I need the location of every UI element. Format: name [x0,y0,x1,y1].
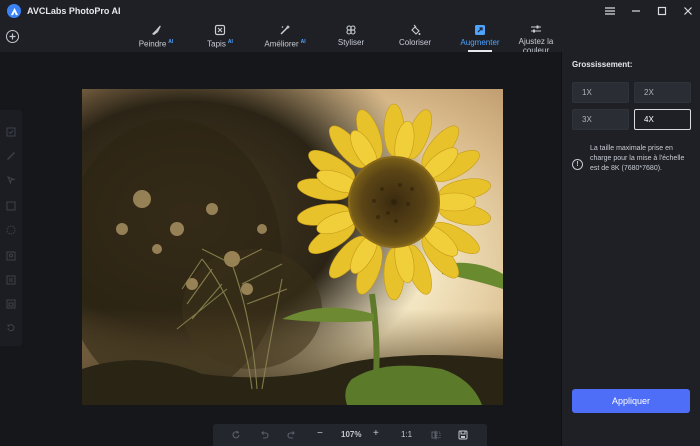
info-message: La taille maximale prise en charge pour … [590,145,685,172]
save-icon[interactable] [458,430,468,442]
panel-title: Grossissement: [572,60,633,69]
reset-icon[interactable] [6,320,16,332]
tool-strip [0,110,22,346]
tab-label: Coloriser [398,38,431,47]
upscale-icon [474,23,486,36]
scale-2x-button[interactable]: 2X [634,82,691,103]
apply-button[interactable]: Appliquer [572,389,690,413]
feature-tabs: Peindre AI Tapis AI Améliorer AI Styliser C… [0,22,560,55]
settings-panel: Grossissement: 1X 2X 3X 4X ! La taille m… [561,52,700,446]
app-title: AVCLabs PhotoPro AI [27,6,121,16]
pointer-icon[interactable] [6,172,16,185]
tab-peindre[interactable]: Peindre AI [136,22,176,52]
menu-icon[interactable] [604,5,616,17]
redo-icon[interactable] [287,430,297,442]
zoom-level: 107% [341,430,362,439]
person-icon[interactable] [6,248,16,261]
compare-icon[interactable] [431,430,441,442]
undo-icon[interactable] [259,430,269,442]
image-preview [82,89,503,405]
enhance-icon [279,23,291,36]
colorize-icon [409,23,421,36]
tab-label: Augmenter [460,38,500,47]
maximize-icon[interactable] [656,5,668,17]
tab-tapis[interactable]: Tapis AI [204,22,236,52]
tab-styliser[interactable]: Styliser [336,22,366,52]
app-logo-icon [7,4,21,18]
close-icon[interactable] [682,5,694,17]
zoom-in-button[interactable]: + [373,428,379,439]
tab-label: Ajustez la [518,37,554,46]
ai-badge: AI [227,39,233,45]
stylize-icon [345,23,357,36]
scale-1x-button[interactable]: 1X [572,82,629,103]
lasso-icon[interactable] [6,222,16,235]
ai-badge: AI [168,39,174,45]
object-icon[interactable] [6,272,16,285]
tab-label: Peindre [138,39,167,49]
tab-label: Styliser [337,38,365,47]
select-icon[interactable] [6,124,16,137]
carpet-icon [214,23,226,36]
paint-icon [150,23,162,36]
minimize-icon[interactable] [630,5,642,17]
tab-ameliorer[interactable]: Améliorer AI [262,22,308,52]
tab-label: Tapis [207,39,226,49]
actual-size-button[interactable]: 1:1 [401,430,412,439]
info-icon: ! [572,159,583,170]
ai-badge: AI [300,39,306,45]
rectangle-icon[interactable] [6,198,16,211]
scale-3x-button[interactable]: 3X [572,109,629,130]
scale-4x-button[interactable]: 4X [634,109,691,130]
bottom-toolbar: − 107% + 1:1 [213,424,487,446]
adjust-color-icon [530,23,542,35]
title-bar: AVCLabs PhotoPro AI [0,0,700,22]
tab-augmenter[interactable]: Augmenter [458,22,502,52]
tab-label: Améliorer [264,39,299,49]
layers-icon[interactable] [6,296,16,309]
refresh-icon[interactable] [231,430,241,442]
brush-icon[interactable] [6,148,16,160]
tab-coloriser[interactable]: Coloriser [397,22,433,52]
tab-ajustez-couleur[interactable]: Ajustez la couleur [515,22,557,55]
zoom-out-button[interactable]: − [317,428,323,439]
